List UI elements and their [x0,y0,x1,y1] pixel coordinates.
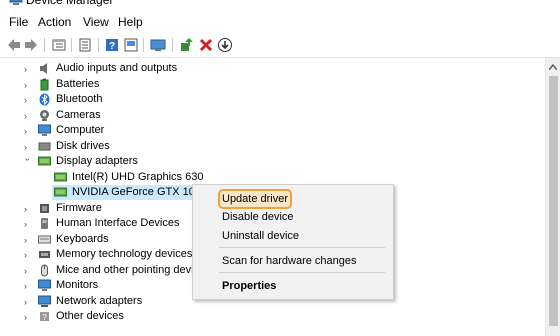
other-devices-icon: ? [40,312,49,322]
tree-row-other-devices[interactable]: › ? Other devices [0,309,545,324]
expand-chevron-icon[interactable]: › [24,127,32,136]
menu-item-disable-device[interactable]: Disable device [222,211,294,224]
expand-chevron-icon[interactable]: › [24,205,32,214]
expand-chevron-icon[interactable]: › [24,236,32,245]
scrollbar-thumb[interactable] [549,76,558,326]
device-manager-icon [9,0,23,5]
tree-row-computer[interactable]: › Computer [0,123,545,138]
menu-file[interactable]: File [9,15,28,29]
toolbar: ? [0,33,560,58]
expand-chevron-icon[interactable]: › [24,267,32,276]
expand-chevron-icon[interactable]: › [24,220,32,229]
network-icon [38,295,51,307]
vertical-scrollbar[interactable] [545,58,560,336]
menu-help[interactable]: Help [118,15,143,29]
help-icon[interactable]: ? [104,37,120,53]
menu-item-uninstall-device[interactable]: Uninstall device [222,230,299,243]
expand-chevron-icon[interactable]: › [24,96,32,105]
menu-separator [219,247,385,248]
expand-chevron-icon[interactable]: › [24,112,32,121]
scroll-up-icon[interactable] [549,64,557,70]
speaker-icon [40,63,47,74]
svg-text:?: ? [109,41,115,52]
disk-icon [38,142,51,151]
expand-chevron-icon[interactable]: › [24,282,32,291]
download-icon[interactable] [217,37,233,53]
tree-row-intel-graphics[interactable]: Intel(R) UHD Graphics 630 [0,170,545,185]
collapse-chevron-icon[interactable]: › [23,158,33,166]
menu-item-update-driver[interactable]: Update driver [222,193,288,206]
expand-chevron-icon[interactable]: › [24,313,32,322]
display-adapter-icon [54,172,67,182]
battery-icon [40,78,49,91]
expand-chevron-icon[interactable]: › [24,143,32,152]
window-title: Device Manager [26,0,114,7]
camera-icon [40,110,49,121]
tree-view-icon[interactable] [51,37,67,53]
tree-row-audio[interactable]: › Audio inputs and outputs [0,61,545,76]
computer-icon [38,124,51,136]
hid-icon [41,218,48,229]
svg-text:?: ? [42,313,47,322]
properties-icon[interactable] [77,37,93,53]
uninstall-icon[interactable] [198,37,214,53]
display-adapter-icon [54,187,67,197]
expand-chevron-icon[interactable]: › [24,251,32,260]
memory-icon [39,251,50,258]
menu-view[interactable]: View [83,15,109,29]
firmware-icon [40,204,49,213]
menu-item-scan-hardware[interactable]: Scan for hardware changes [222,255,357,268]
back-icon[interactable] [6,37,22,53]
menu-item-properties[interactable]: Properties [222,280,276,293]
monitor-icon [38,279,51,291]
scan-monitor-icon[interactable] [150,37,166,53]
expand-chevron-icon[interactable]: › [24,81,32,90]
expand-chevron-icon[interactable]: › [24,298,32,307]
update-driver-icon[interactable] [178,37,194,53]
view-icon[interactable] [123,37,139,53]
tree-row-batteries[interactable]: › Batteries [0,77,545,92]
tree-row-disk-drives[interactable]: › Disk drives [0,139,545,154]
tree-row-bluetooth[interactable]: › Bluetooth [0,92,545,107]
tree-row-display-adapters[interactable]: › Display adapters [0,154,545,169]
keyboard-icon [38,235,51,244]
forward-icon[interactable] [23,37,39,53]
tree-row-nvidia-selected[interactable]: NVIDIA GeForce GTX 1050 [52,185,207,200]
menu-bar: File Action View Help [0,12,560,32]
menu-action[interactable]: Action [38,15,71,29]
title-bar: Device Manager [0,0,560,10]
mouse-icon [41,264,48,277]
display-adapter-icon [38,156,51,166]
bluetooth-icon [39,93,50,106]
expand-chevron-icon[interactable]: › [24,65,32,74]
menu-separator [219,272,385,273]
context-menu: Update driver Disable device Uninstall d… [192,184,394,300]
tree-row-cameras[interactable]: › Cameras [0,108,545,123]
